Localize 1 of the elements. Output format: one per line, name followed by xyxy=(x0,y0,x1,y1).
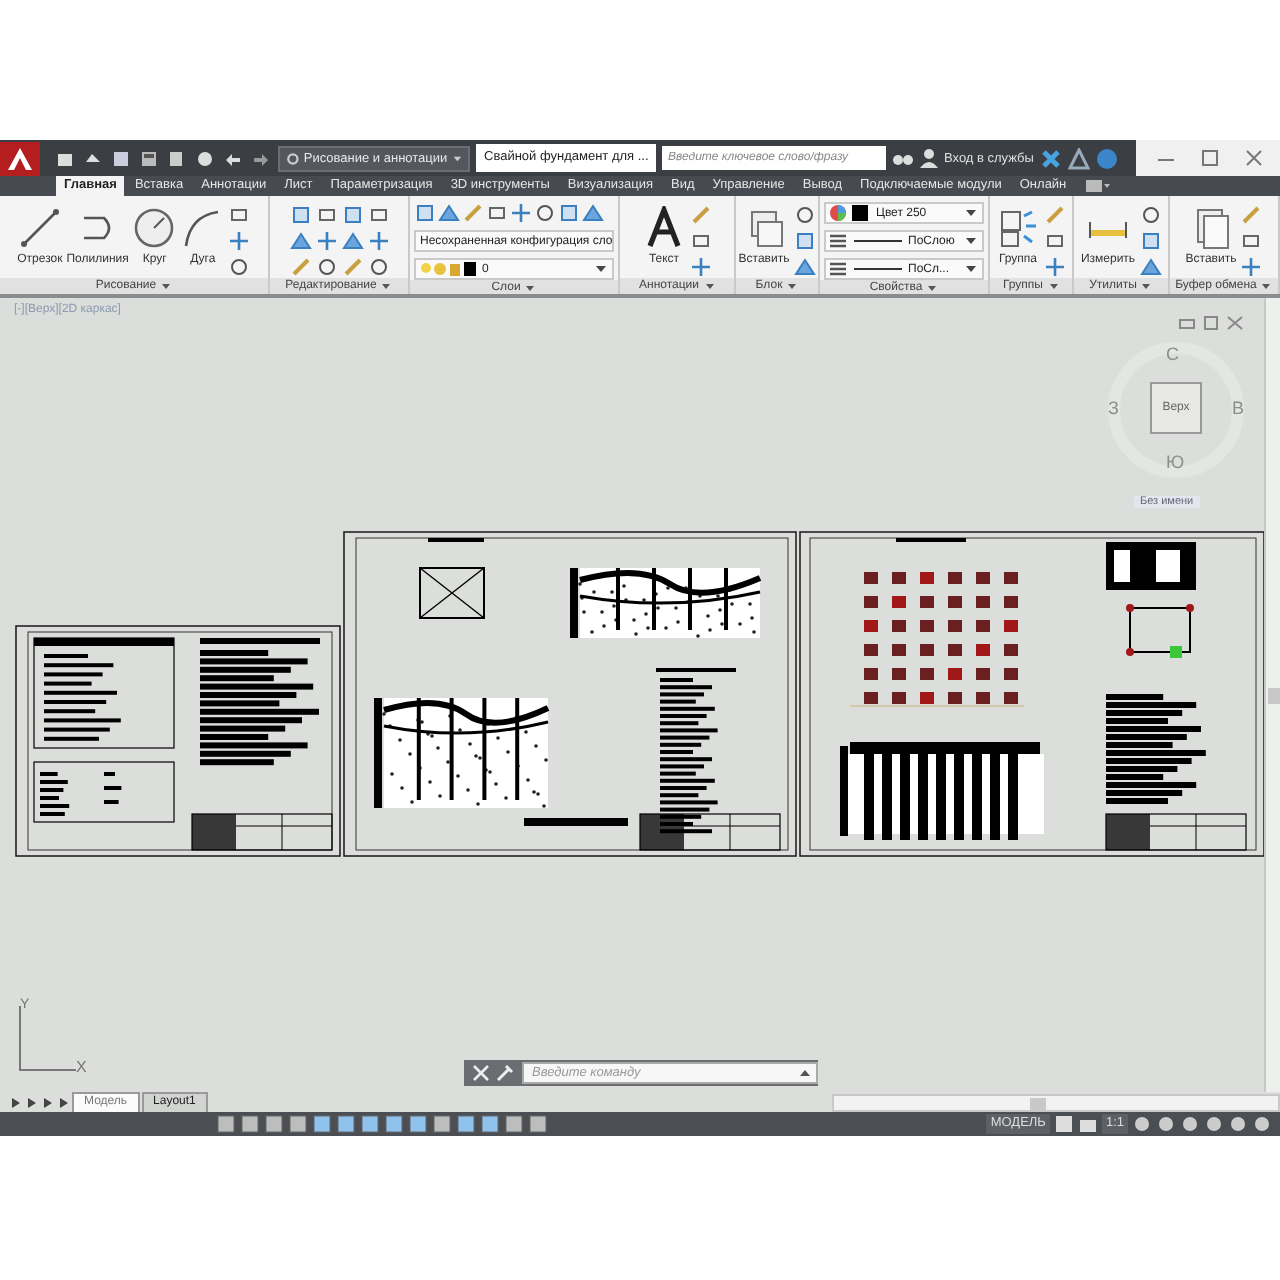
axis-label: X xyxy=(76,1058,87,1076)
